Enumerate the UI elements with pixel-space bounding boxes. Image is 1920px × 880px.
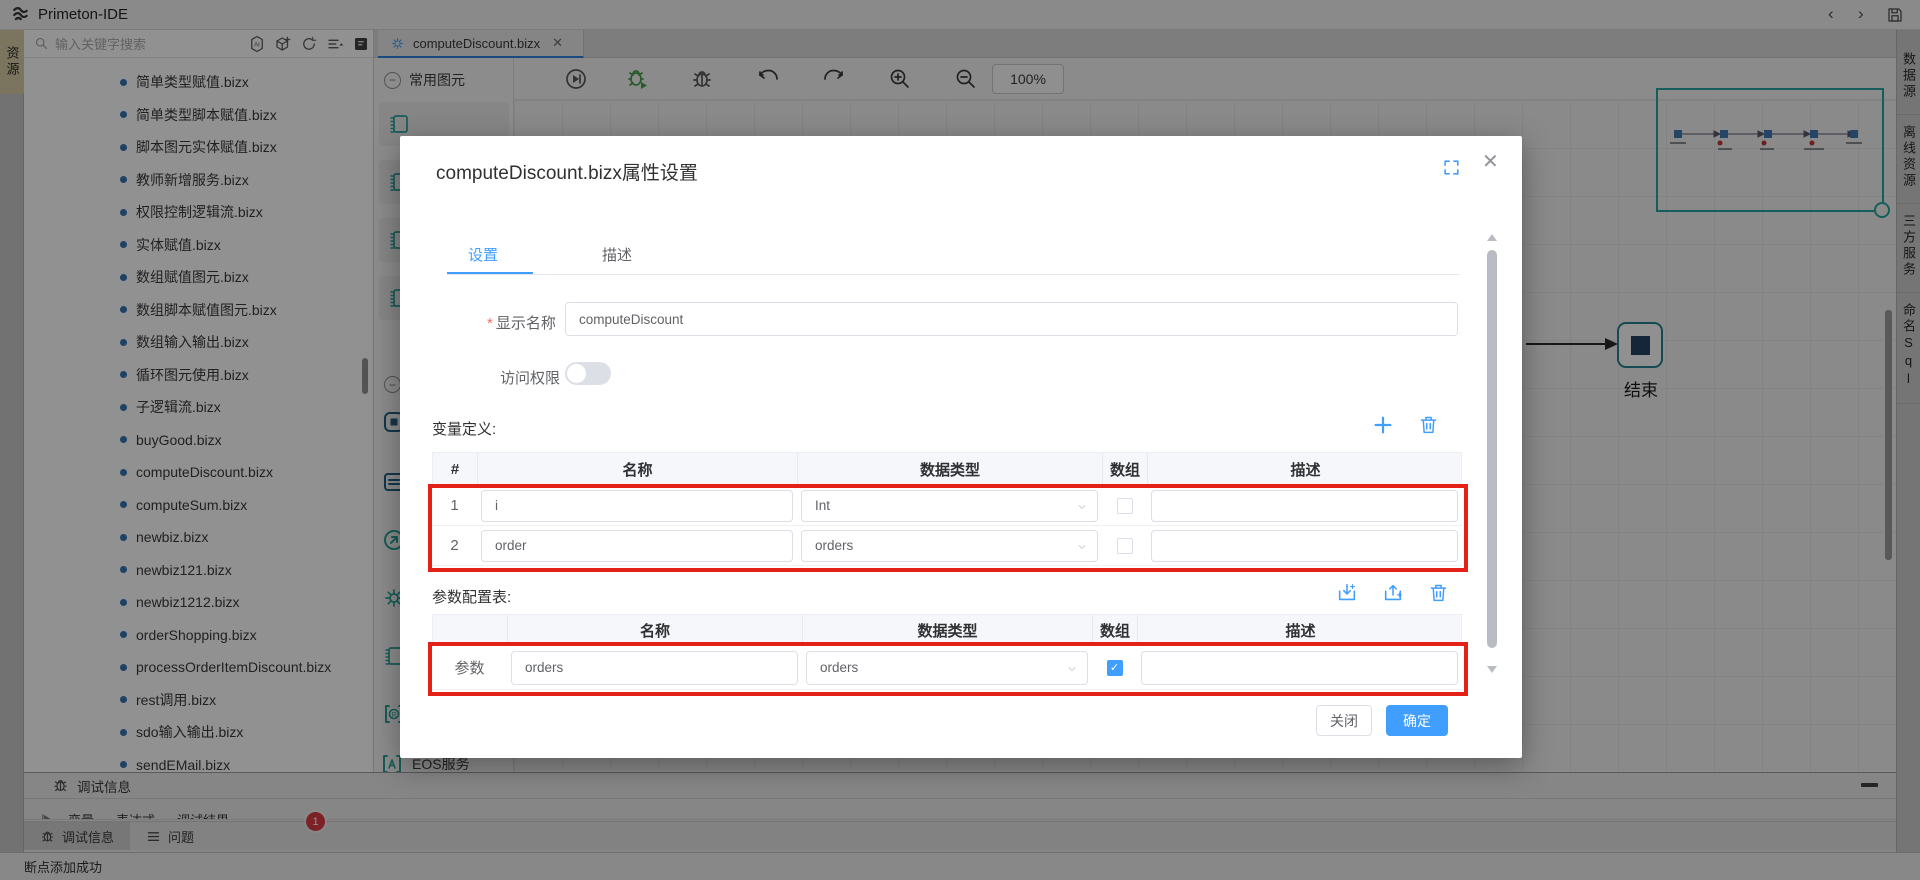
primeton-ide-window: Primeton-IDE ‹ › 资源 输入关键字搜索 简单类型赋值.bizx — [0, 0, 1920, 880]
close-button[interactable]: 关闭 — [1316, 705, 1372, 736]
import-params-icon[interactable] — [1336, 582, 1358, 604]
table-row: 参数 ✓ — [432, 646, 1462, 690]
tab-description[interactable]: 描述 — [602, 244, 632, 265]
variable-name-input[interactable] — [481, 530, 793, 562]
display-name-input[interactable] — [565, 302, 1458, 336]
chevron-down-icon — [1076, 501, 1088, 513]
table-row: 1 — [432, 486, 1462, 526]
chevron-down-icon — [1066, 663, 1078, 675]
close-icon[interactable]: ✕ — [1482, 152, 1499, 172]
fullscreen-icon[interactable] — [1442, 158, 1461, 177]
param-name-input[interactable] — [511, 651, 798, 685]
array-checkbox[interactable] — [1117, 498, 1133, 514]
array-checkbox[interactable] — [1117, 538, 1133, 554]
export-params-icon[interactable] — [1382, 582, 1404, 604]
variable-type-select[interactable] — [801, 490, 1098, 522]
param-desc-input[interactable] — [1141, 651, 1458, 685]
variable-desc-input[interactable] — [1151, 490, 1458, 522]
dialog-scrollbar[interactable] — [1486, 234, 1498, 690]
chevron-down-icon — [1076, 541, 1088, 553]
param-type-select[interactable] — [806, 651, 1088, 685]
access-toggle[interactable] — [565, 362, 611, 385]
variable-desc-input[interactable] — [1151, 530, 1458, 562]
table-row: 2 — [432, 526, 1462, 566]
scroll-down-icon[interactable] — [1487, 666, 1497, 673]
properties-dialog: computeDiscount.bizx属性设置 ✕ 设置 描述 *显示名称 访… — [400, 136, 1522, 758]
scrollbar-thumb[interactable] — [1487, 250, 1497, 648]
delete-params-icon[interactable] — [1428, 582, 1449, 603]
params-section-title: 参数配置表: — [432, 586, 511, 607]
ok-button[interactable]: 确定 — [1386, 705, 1448, 736]
access-label: 访问权限 — [500, 367, 560, 388]
array-checkbox-checked[interactable]: ✓ — [1107, 660, 1123, 676]
variables-table: # 名称 数据类型 数组 描述 1 2 — [432, 452, 1462, 566]
variable-name-input[interactable] — [481, 490, 793, 522]
variable-type-select[interactable] — [801, 530, 1098, 562]
delete-variable-icon[interactable] — [1418, 414, 1439, 435]
tab-settings[interactable]: 设置 — [468, 244, 498, 265]
dialog-title: computeDiscount.bizx属性设置 — [436, 158, 698, 185]
add-variable-icon[interactable] — [1372, 414, 1394, 436]
scroll-up-icon[interactable] — [1487, 234, 1497, 241]
display-name-label: 显示名称 — [496, 315, 556, 332]
table-header-row: 名称 数据类型 数组 描述 — [432, 614, 1462, 646]
params-table: 名称 数据类型 数组 描述 参数 ✓ — [432, 614, 1462, 690]
variables-section-title: 变量定义: — [432, 418, 496, 439]
table-header-row: # 名称 数据类型 数组 描述 — [432, 452, 1462, 486]
required-asterisk: * — [487, 315, 493, 332]
